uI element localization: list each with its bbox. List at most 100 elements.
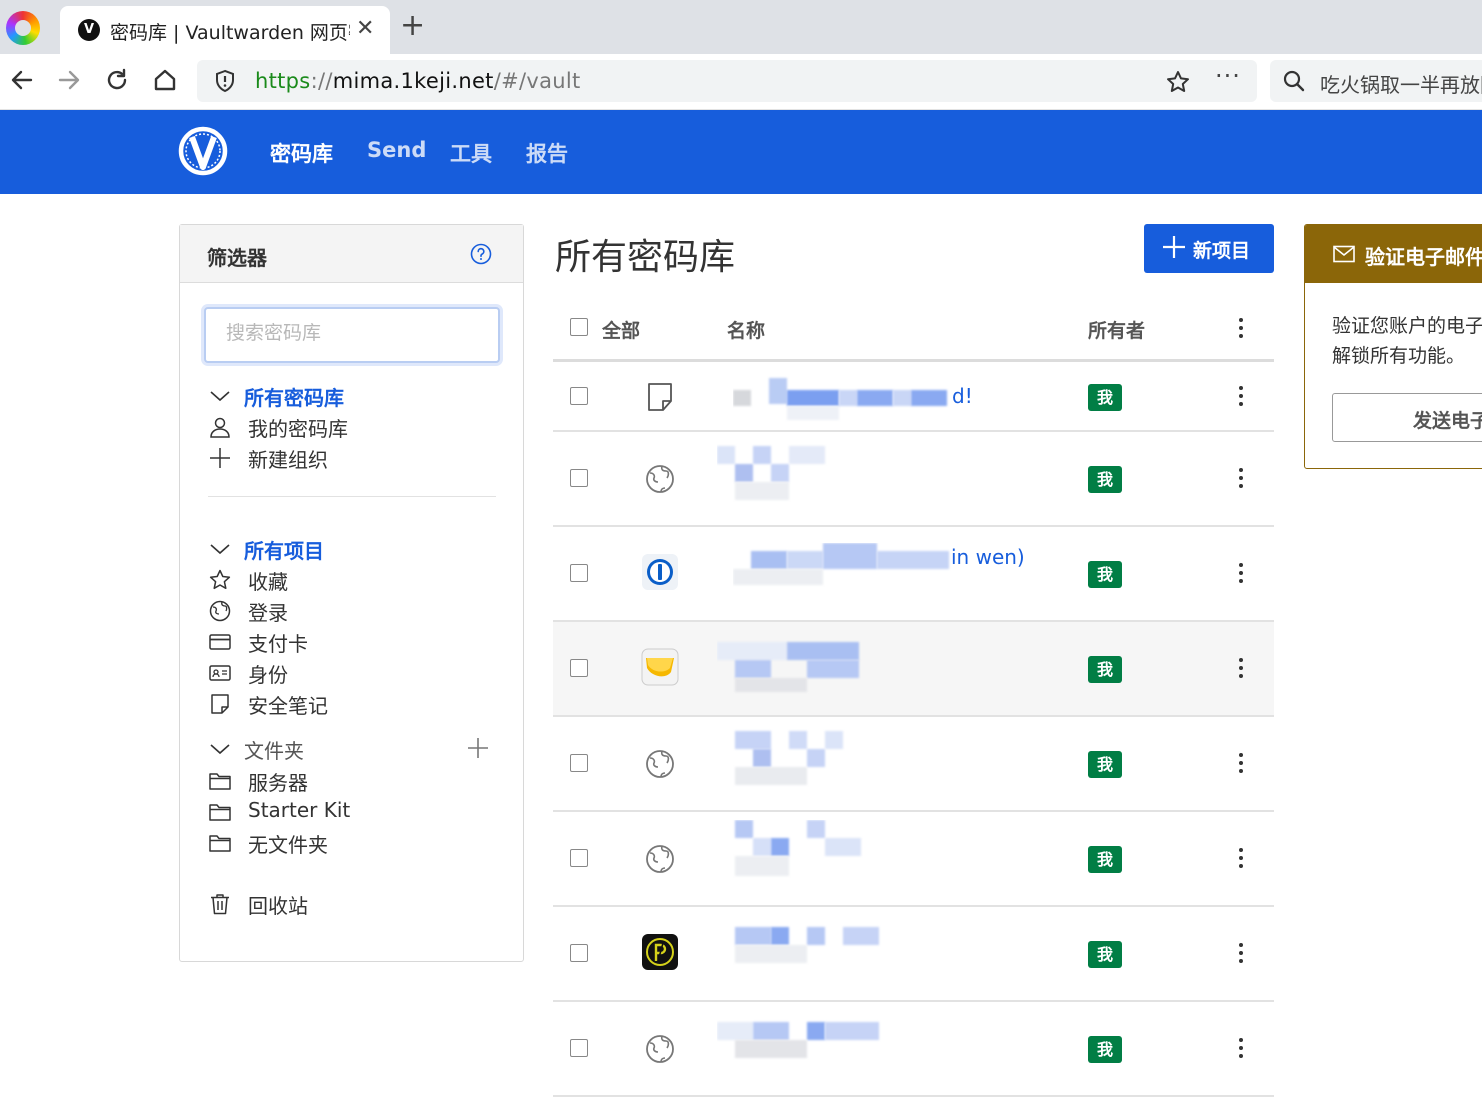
- verify-email-header: 验证电子邮件: [1305, 225, 1482, 283]
- verify-email-card: 验证电子邮件 验证您账户的电子邮件 解锁所有功能。 发送电子邮件: [1304, 224, 1482, 469]
- item-name-visible[interactable]: in wen): [951, 545, 1025, 569]
- filter-secure-note-label: 安全笔记: [248, 694, 328, 718]
- add-folder-icon[interactable]: [467, 737, 489, 763]
- folder-icon: [209, 773, 231, 790]
- new-item-button[interactable]: 新项目: [1144, 224, 1274, 273]
- table-row[interactable]: 我: [553, 717, 1274, 812]
- item-name-redacted[interactable]: [733, 370, 973, 430]
- chevron-down-icon: [210, 744, 230, 755]
- nav-vault[interactable]: 密码库: [270, 138, 333, 168]
- vaultwarden-favicon-icon: V: [78, 19, 100, 41]
- new-tab-icon[interactable]: +: [400, 10, 425, 42]
- row-menu-icon[interactable]: [1237, 751, 1245, 775]
- owner-badge: 我: [1088, 751, 1122, 778]
- select-all-checkbox[interactable]: [570, 318, 588, 336]
- filters-divider: [208, 496, 496, 497]
- row-checkbox[interactable]: [570, 1039, 588, 1057]
- filter-my-vault-label: 我的密码库: [248, 417, 348, 441]
- vaultwarden-logo-icon[interactable]: [178, 125, 228, 181]
- new-item-label: 新项目: [1193, 240, 1251, 262]
- globe-icon: [646, 750, 674, 778]
- table-row[interactable]: 我: [553, 622, 1274, 717]
- id-card-icon: [209, 665, 231, 681]
- item-name-redacted[interactable]: [717, 923, 887, 983]
- owner-badge: 我: [1088, 561, 1122, 588]
- verify-email-title: 验证电子邮件: [1365, 245, 1482, 269]
- table-row[interactable]: 我: [553, 432, 1274, 527]
- nav-tools[interactable]: 工具: [450, 138, 492, 168]
- url-path: /#/vault: [493, 69, 581, 93]
- row-checkbox[interactable]: [570, 849, 588, 867]
- filters-title: 筛选器: [207, 246, 267, 270]
- home-icon[interactable]: [147, 62, 183, 98]
- item-name-redacted[interactable]: [733, 543, 953, 603]
- owner-badge: 我: [1088, 384, 1122, 411]
- nav-reports[interactable]: 报告: [526, 138, 568, 168]
- vault-search-input[interactable]: [226, 322, 486, 344]
- table-row[interactable]: d! 我: [553, 362, 1274, 432]
- col-all[interactable]: 全部: [602, 316, 640, 343]
- send-email-button[interactable]: 发送电子邮件: [1332, 393, 1482, 442]
- vault-search-box[interactable]: [204, 307, 500, 363]
- table-row[interactable]: 我: [553, 907, 1274, 1002]
- url-text[interactable]: https://mima.1keji.net/#/vault: [255, 69, 581, 93]
- bulk-actions-menu-icon[interactable]: [1237, 316, 1245, 340]
- filter-card-label: 支付卡: [248, 632, 308, 656]
- browser-search-box[interactable]: 吃火锅取一半再放回: [1270, 60, 1482, 102]
- filter-trash-label: 回收站: [248, 894, 308, 918]
- back-icon[interactable]: [4, 62, 40, 98]
- browser-tabstrip: V 密码库 | Vaultwarden 网页密码库 ✕ +: [0, 0, 1482, 54]
- table-row[interactable]: 我: [553, 1002, 1274, 1097]
- row-checkbox[interactable]: [570, 387, 588, 405]
- passbolt-icon: [642, 934, 678, 970]
- item-name-redacted[interactable]: [717, 820, 867, 890]
- verify-email-line2: 解锁所有功能。: [1332, 345, 1466, 367]
- forward-icon[interactable]: [51, 62, 87, 98]
- item-name-redacted[interactable]: [717, 638, 867, 698]
- onepassword-icon: [642, 554, 678, 590]
- filters-panel: 筛选器 所有密码库 我的密码库 新建组织 所有项目 收藏 登录 支付卡 身份: [179, 224, 524, 962]
- browser-toolbar: https://mima.1keji.net/#/vault ··· 吃火锅取一…: [0, 54, 1482, 110]
- row-menu-icon[interactable]: [1237, 561, 1245, 585]
- trash-icon: [211, 894, 229, 915]
- folder-app-icon: [641, 648, 679, 686]
- shield-icon[interactable]: [213, 69, 237, 93]
- verify-email-line1: 验证您账户的电子邮件: [1332, 315, 1482, 337]
- more-menu-icon[interactable]: ···: [1215, 62, 1241, 90]
- owner-badge: 我: [1088, 656, 1122, 683]
- row-checkbox[interactable]: [570, 754, 588, 772]
- row-checkbox[interactable]: [570, 944, 588, 962]
- browser-tab-vault[interactable]: V 密码库 | Vaultwarden 网页密码库 ✕: [60, 6, 390, 54]
- plus-icon: [1163, 236, 1185, 258]
- item-name-redacted[interactable]: [717, 1014, 887, 1084]
- table-row[interactable]: in wen) 我: [553, 527, 1274, 622]
- filter-folder-label: Starter Kit: [248, 798, 351, 822]
- browser-logo-icon[interactable]: [6, 11, 40, 45]
- row-menu-icon[interactable]: [1237, 941, 1245, 965]
- row-menu-icon[interactable]: [1237, 384, 1245, 408]
- row-checkbox[interactable]: [570, 659, 588, 677]
- reload-icon[interactable]: [99, 62, 135, 98]
- send-email-label: 发送电子邮件: [1413, 410, 1482, 432]
- globe-icon: [646, 845, 674, 873]
- row-checkbox[interactable]: [570, 469, 588, 487]
- item-name-redacted[interactable]: [717, 727, 867, 797]
- owner-badge: 我: [1088, 1036, 1122, 1063]
- address-bar[interactable]: https://mima.1keji.net/#/vault ···: [197, 60, 1257, 102]
- row-menu-icon[interactable]: [1237, 1036, 1245, 1060]
- table-row[interactable]: 我: [553, 812, 1274, 907]
- filter-folders-label: 文件夹: [244, 739, 304, 763]
- row-menu-icon[interactable]: [1237, 466, 1245, 490]
- col-owner: 所有者: [1088, 320, 1146, 342]
- owner-badge: 我: [1088, 846, 1122, 873]
- item-name-visible[interactable]: d!: [952, 384, 973, 408]
- bookmark-star-icon[interactable]: [1165, 69, 1191, 99]
- row-checkbox[interactable]: [570, 564, 588, 582]
- row-menu-icon[interactable]: [1237, 656, 1245, 680]
- help-icon[interactable]: [470, 243, 492, 269]
- tab-close-icon[interactable]: ✕: [356, 16, 374, 41]
- row-menu-icon[interactable]: [1237, 846, 1245, 870]
- nav-send[interactable]: Send: [367, 138, 426, 162]
- item-name-redacted[interactable]: [717, 442, 837, 512]
- note-icon: [648, 383, 672, 411]
